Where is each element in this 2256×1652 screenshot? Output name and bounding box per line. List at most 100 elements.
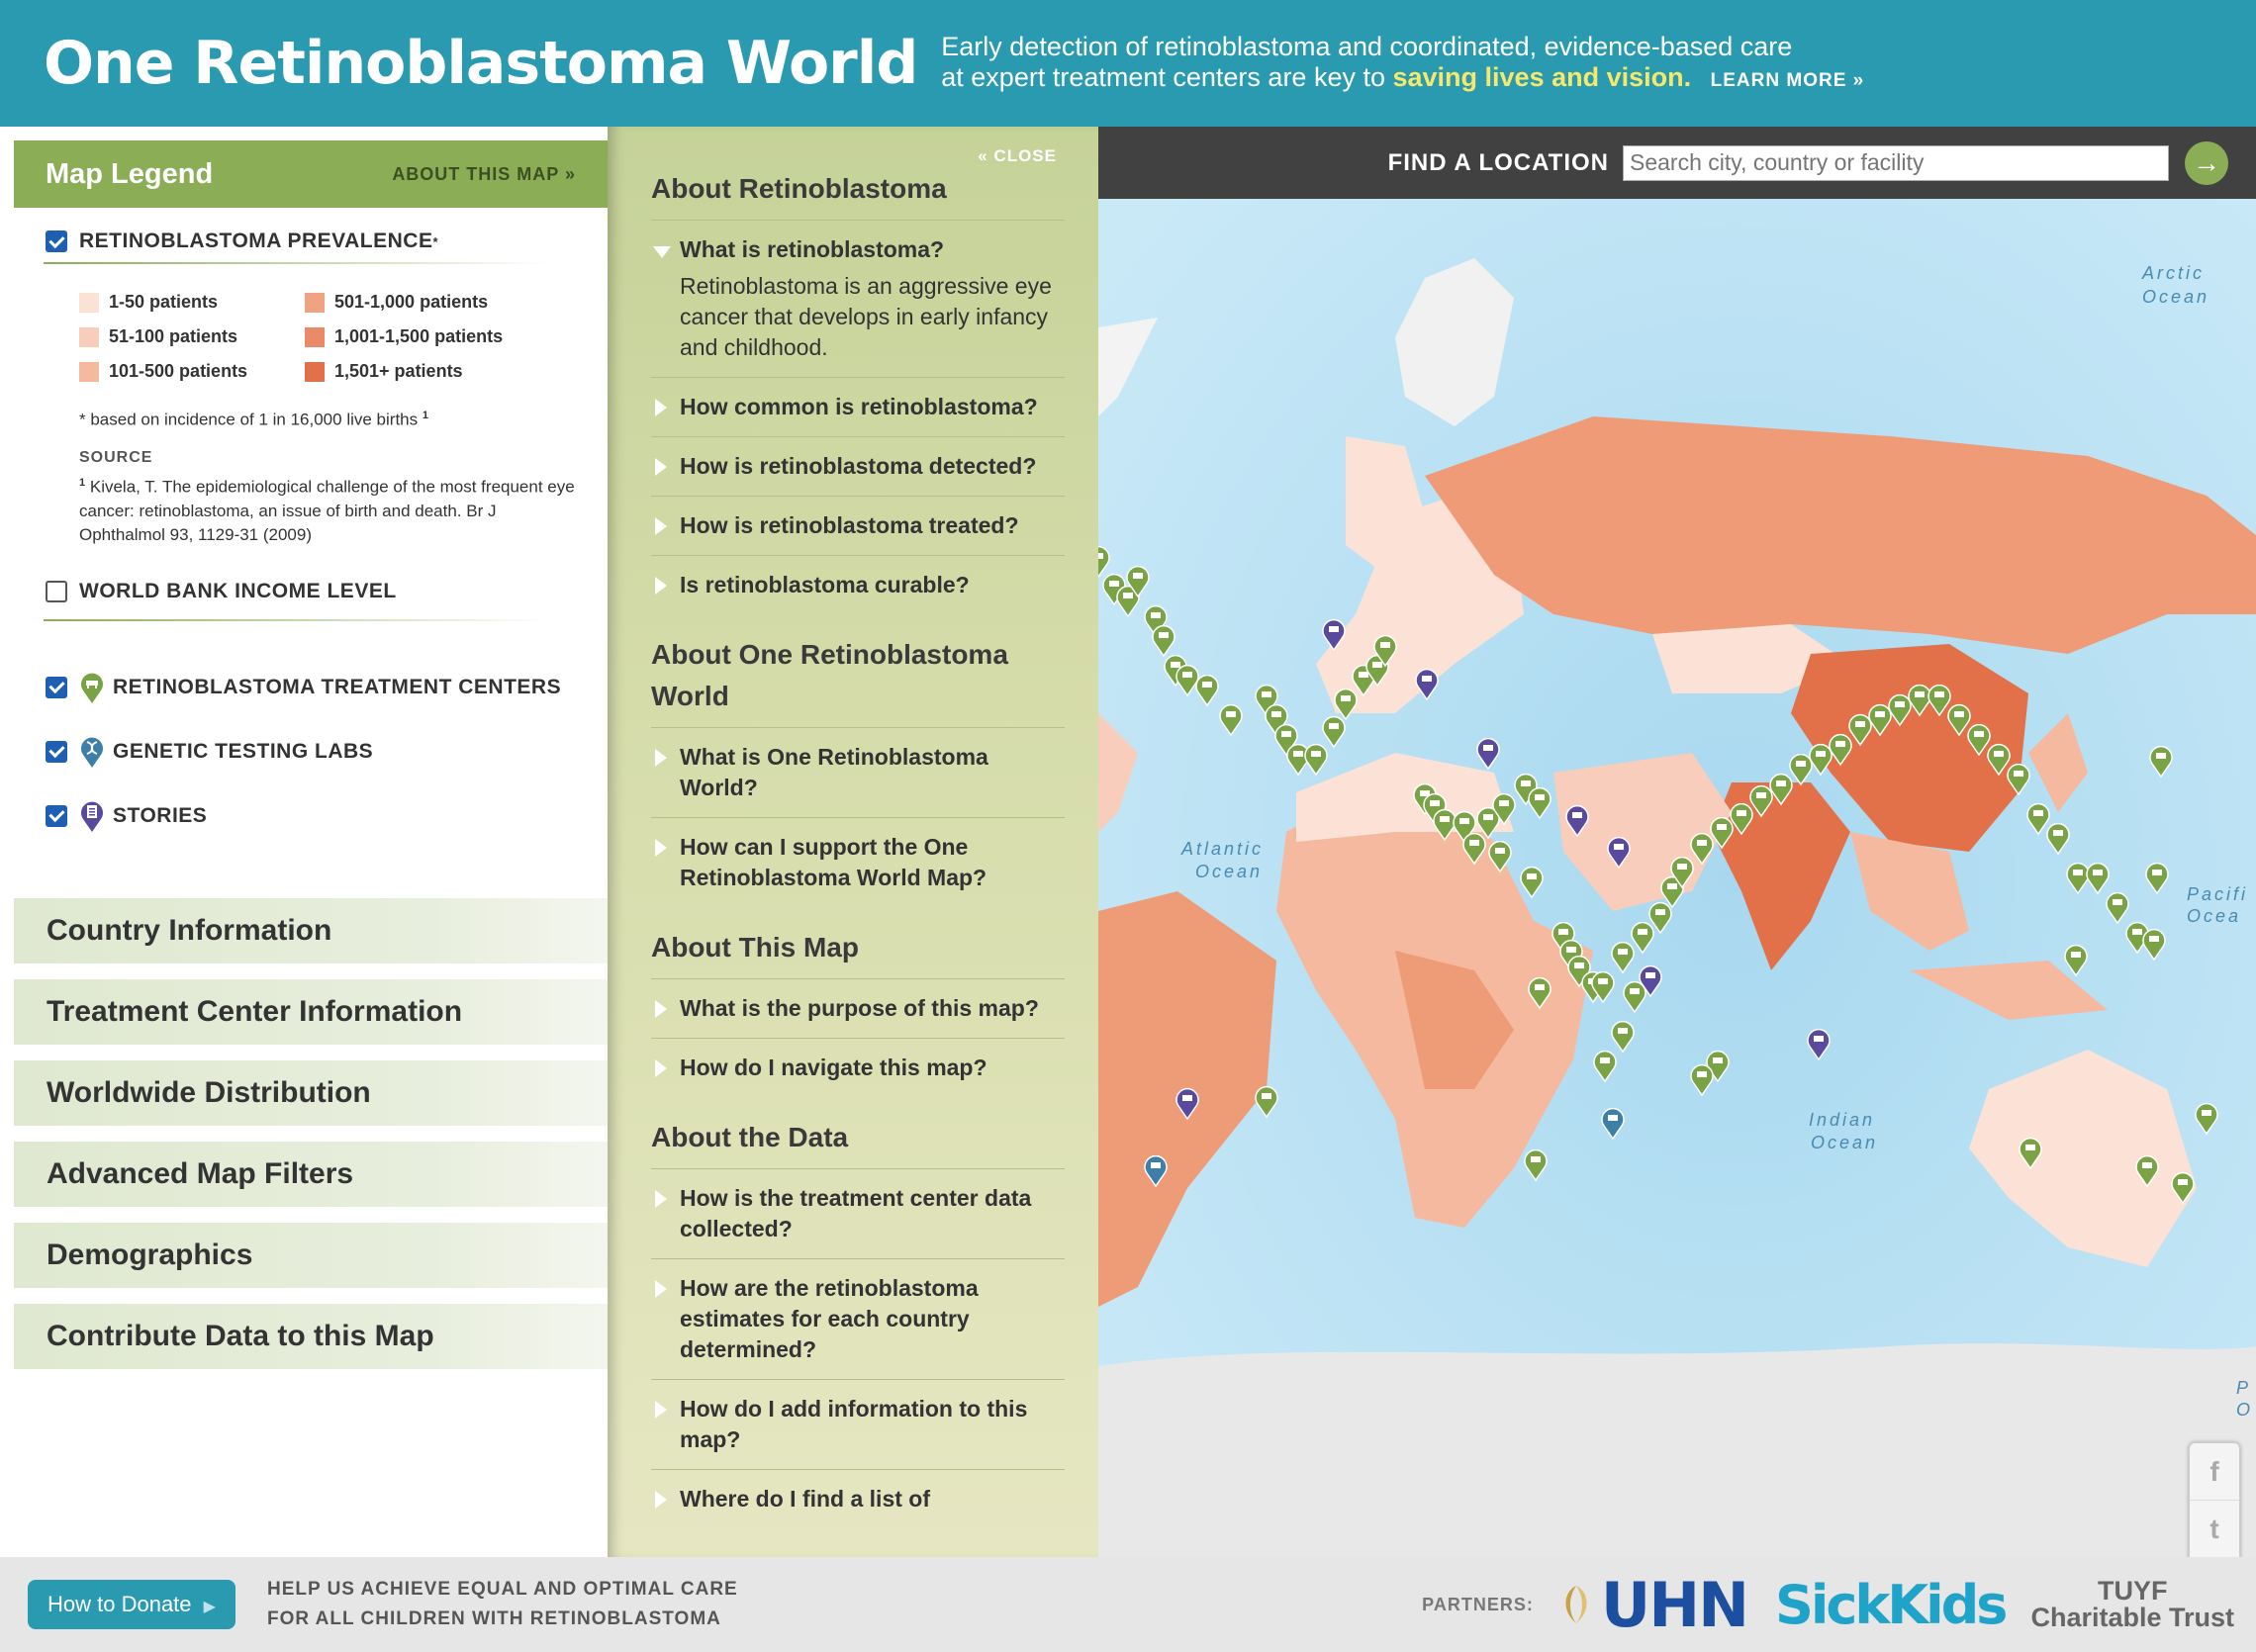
prevalence-swatch xyxy=(305,361,325,382)
prevalence-divider xyxy=(44,262,548,264)
faq-question[interactable]: How do I add information to this map? xyxy=(651,1379,1065,1469)
arrow-right-icon: → xyxy=(2193,146,2220,178)
legend-title: Map Legend xyxy=(46,157,214,190)
faq-question-text: How is retinoblastoma detected? xyxy=(680,453,1037,479)
partners: PARTNERS: UHN SickKids TUYF Charitable T… xyxy=(1422,1557,2234,1652)
faq-question-text: Is retinoblastoma curable? xyxy=(680,572,970,597)
donate-label: How to Donate xyxy=(47,1592,192,1616)
faq-question[interactable]: How do I navigate this map? xyxy=(651,1038,1065,1097)
prevalence-toggle[interactable]: RETINOBLASTOMA PREVALENCE * xyxy=(46,229,438,253)
source-ref: 1 xyxy=(79,477,86,489)
faq-question[interactable]: Is retinoblastoma curable? xyxy=(651,555,1065,614)
stories-checkbox[interactable] xyxy=(46,804,67,827)
pacific-ocean-label-2: Ocea xyxy=(2187,906,2241,926)
tuyf-line2: Charitable Trust xyxy=(2030,1603,2234,1632)
footer-message: HELP US ACHIEVE EQUAL AND OPTIMAL CARE F… xyxy=(267,1575,738,1634)
faq-question[interactable]: How is the treatment center data collect… xyxy=(651,1168,1065,1258)
faq-question-text: How do I add information to this map? xyxy=(680,1396,1028,1452)
pacific-ocean-label-4: O xyxy=(2236,1400,2253,1420)
how-to-donate-button[interactable]: How to Donate ▶ xyxy=(28,1580,235,1629)
learn-more-link[interactable]: LEARN MORE » xyxy=(1711,70,1865,91)
section-heading: About This Map xyxy=(651,932,859,963)
site-title[interactable]: One Retinoblastoma World xyxy=(44,29,918,98)
twitter-icon[interactable]: t xyxy=(2190,1501,2239,1557)
prevalence-swatch xyxy=(79,361,99,382)
income-toggle[interactable]: WORLD BANK INCOME LEVEL xyxy=(46,580,397,603)
prevalence-item: 1-50 patients xyxy=(79,285,305,320)
search-go-button[interactable]: → xyxy=(2185,140,2228,185)
search-input[interactable] xyxy=(1623,144,2169,181)
footer-message-line2: FOR ALL CHILDREN WITH RETINOBLASTOMA xyxy=(266,1608,721,1629)
accordion-contribute-data[interactable]: Contribute Data to this Map xyxy=(14,1304,608,1369)
arctic-ocean-label-1: Arctic xyxy=(2141,263,2205,283)
accordion-worldwide-distribution[interactable]: Worldwide Distribution xyxy=(14,1060,608,1126)
uhn-logo[interactable]: UHN xyxy=(1601,1569,1749,1641)
layer-list: RETINOBLASTOMA TREATMENT CENTERS GENETIC… xyxy=(46,655,561,848)
faq-question[interactable]: What is One Retinoblastoma World? xyxy=(651,727,1065,817)
partners-label: PARTNERS: xyxy=(1422,1594,1534,1614)
share-bar: f t ✉ xyxy=(2189,1442,2240,1557)
sickkids-logo[interactable]: SickKids xyxy=(1775,1574,2008,1636)
accordion-demographics[interactable]: Demographics xyxy=(14,1223,608,1288)
header-tagline: Early detection of retinoblastoma and co… xyxy=(941,32,1864,96)
genetic-labs-checkbox[interactable] xyxy=(46,740,67,763)
prevalence-checkbox[interactable] xyxy=(46,230,67,252)
income-divider xyxy=(44,619,548,621)
prevalence-swatch xyxy=(79,292,99,313)
section-heading: About One Retinoblastoma World xyxy=(651,639,1008,711)
faq-question-text: What is retinoblastoma? xyxy=(680,236,945,262)
prevalence-item: 1,501+ patients xyxy=(305,354,544,389)
prevalence-swatch xyxy=(305,326,325,347)
prevalence-item-label: 1-50 patients xyxy=(109,292,219,312)
faq-answer: Retinoblastoma is an aggressive eye canc… xyxy=(680,273,1052,360)
income-label: WORLD BANK INCOME LEVEL xyxy=(79,580,397,602)
prevalence-scale: 1-50 patients 501-1,000 patients 51-100 pa… xyxy=(79,285,544,389)
layer-stories[interactable]: STORIES xyxy=(46,783,561,848)
faq-question-text: How common is retinoblastoma? xyxy=(680,394,1038,419)
tuyf-logo[interactable]: TUYF Charitable Trust xyxy=(2030,1578,2234,1631)
faq-question-text: What is One Retinoblastoma World? xyxy=(680,744,988,800)
indian-ocean-label-2: Ocean xyxy=(1811,1133,1878,1152)
income-checkbox[interactable] xyxy=(46,581,67,602)
faq-question-text: How can I support the One Retinoblastoma… xyxy=(680,834,987,890)
treatment-centers-checkbox[interactable] xyxy=(46,676,67,698)
accordion-treatment-center-information[interactable]: Treatment Center Information xyxy=(14,979,608,1045)
faq-question[interactable]: How common is retinoblastoma? xyxy=(651,377,1065,436)
about-this-map-link[interactable]: ABOUT THIS MAP » xyxy=(392,164,576,185)
pacific-ocean-label-3: P xyxy=(2236,1378,2251,1398)
faq-question-text: How do I navigate this map? xyxy=(680,1055,987,1080)
map-area: FIND A LOCATION → xyxy=(1098,127,2256,1557)
prevalence-item-label: 1,501+ patients xyxy=(334,361,463,381)
faq-question[interactable]: What is retinoblastoma? Retinoblastoma is… xyxy=(651,220,1065,377)
play-arrow-icon: ▶ xyxy=(203,1599,216,1615)
source-label: SOURCE xyxy=(79,449,153,466)
treatment-centers-label: RETINOBLASTOMA TREATMENT CENTERS xyxy=(113,675,562,698)
prevalence-item-label: 101-500 patients xyxy=(109,361,248,381)
find-location-label: FIND A LOCATION xyxy=(1387,148,1609,176)
layer-treatment-centers[interactable]: RETINOBLASTOMA TREATMENT CENTERS xyxy=(46,655,561,719)
faq-question-text: Where do I find a list of xyxy=(680,1486,930,1512)
dna-pin-icon xyxy=(81,737,103,768)
faq-question[interactable]: How can I support the One Retinoblastoma… xyxy=(651,817,1065,907)
world-map[interactable]: Arctic Ocean Atlantic Ocean Indian Ocean… xyxy=(1098,199,2256,1557)
stories-label: STORIES xyxy=(113,803,208,827)
faq-question[interactable]: Where do I find a list of xyxy=(651,1469,1065,1528)
faq-question[interactable]: What is the purpose of this map? xyxy=(651,978,1065,1038)
tagline-highlight: saving lives and vision. xyxy=(1392,61,1692,92)
layer-genetic-labs[interactable]: GENETIC TESTING LABS xyxy=(46,719,561,783)
legend-header: Map Legend ABOUT THIS MAP » xyxy=(14,140,608,208)
tagline-line2: at expert treatment centers are key to s… xyxy=(941,62,1864,96)
faq-question[interactable]: How is retinoblastoma treated? xyxy=(651,496,1065,555)
header-banner: One Retinoblastoma World Early detection… xyxy=(0,0,2256,127)
accordion-country-information[interactable]: Country Information xyxy=(14,898,608,964)
app-root: One Retinoblastoma World Early detection… xyxy=(0,0,2256,1652)
prevalence-footnote-text: * based on incidence of 1 in 16,000 live… xyxy=(79,410,419,429)
faq-question[interactable]: How is retinoblastoma detected? xyxy=(651,436,1065,496)
faq-question-text: How are the retinoblastoma estimates for… xyxy=(680,1275,979,1362)
facebook-icon[interactable]: f xyxy=(2190,1443,2239,1501)
accordion-advanced-map-filters[interactable]: Advanced Map Filters xyxy=(14,1142,608,1207)
faq-question-text: What is the purpose of this map? xyxy=(680,995,1039,1021)
footer-message-line1: HELP US ACHIEVE EQUAL AND OPTIMAL CARE xyxy=(266,1579,738,1600)
faq-question[interactable]: How are the retinoblastoma estimates for… xyxy=(651,1258,1065,1379)
prevalence-swatch xyxy=(79,326,99,347)
